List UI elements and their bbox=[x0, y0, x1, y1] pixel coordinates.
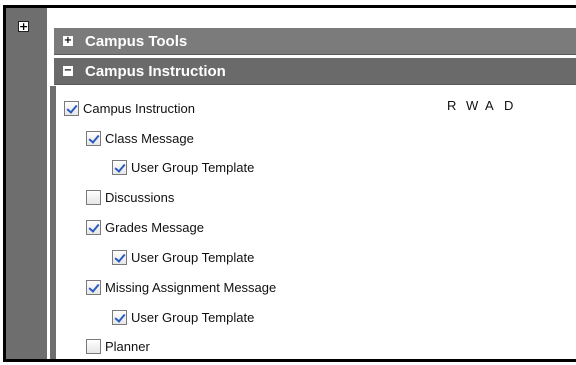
rights-read-label: R bbox=[447, 98, 457, 113]
checkbox[interactable] bbox=[112, 249, 127, 265]
rights-delete-label: D bbox=[504, 98, 514, 113]
checkbox[interactable] bbox=[86, 130, 101, 146]
tree-item-label: Campus Instruction bbox=[83, 100, 195, 116]
tree-item-planner: Planner bbox=[86, 336, 150, 356]
tree-item-label: User Group Template bbox=[131, 249, 255, 265]
section-header-campus-instruction[interactable]: − Campus Instruction bbox=[54, 58, 576, 85]
checkbox[interactable] bbox=[112, 309, 127, 325]
tree-item-user-group-template: User Group Template bbox=[112, 307, 254, 327]
tree-item-user-group-template: User Group Template bbox=[112, 247, 254, 267]
tree-item-label: Grades Message bbox=[105, 219, 204, 235]
checkbox[interactable] bbox=[64, 100, 79, 116]
rights-header: R W A D bbox=[447, 98, 523, 113]
tree-item-missing-assignment-message: Missing Assignment Message bbox=[86, 277, 276, 297]
tree-item-class-message: Class Message bbox=[86, 128, 194, 148]
rights-add-label: A bbox=[485, 98, 494, 113]
rights-write-label: W bbox=[466, 98, 479, 113]
checkbox[interactable] bbox=[86, 219, 101, 235]
tree-item-discussions: Discussions bbox=[86, 187, 174, 207]
tree-item-label: Discussions bbox=[105, 189, 175, 205]
section-header-campus-tools[interactable]: + Campus Tools bbox=[54, 28, 576, 55]
collapse-icon[interactable]: − bbox=[63, 66, 73, 76]
tree-item-label: User Group Template bbox=[131, 309, 255, 325]
tree-item-label: Missing Assignment Message bbox=[105, 279, 277, 295]
checkbox[interactable] bbox=[112, 159, 127, 175]
checkbox[interactable] bbox=[86, 338, 101, 354]
section-title: Campus Instruction bbox=[85, 63, 226, 80]
tree-item-label: Planner bbox=[105, 338, 150, 354]
left-gutter: + bbox=[6, 8, 47, 359]
tree-item-label: Class Message bbox=[105, 130, 194, 146]
tree-item-grades-message: Grades Message bbox=[86, 217, 204, 237]
expand-icon[interactable]: + bbox=[63, 36, 73, 46]
tree-item-label: User Group Template bbox=[131, 159, 255, 175]
expand-icon[interactable]: + bbox=[18, 21, 29, 32]
tool-rights-tree: R W A D Campus Instruction Class Message… bbox=[56, 86, 576, 359]
tree-item-campus-instruction: Campus Instruction bbox=[64, 98, 195, 118]
checkbox[interactable] bbox=[86, 279, 101, 295]
permissions-panel: + + Campus Tools − Campus Instruction R … bbox=[3, 5, 576, 362]
checkbox[interactable] bbox=[86, 189, 101, 205]
section-title: Campus Tools bbox=[85, 33, 188, 50]
tree-item-user-group-template: User Group Template bbox=[112, 157, 254, 177]
